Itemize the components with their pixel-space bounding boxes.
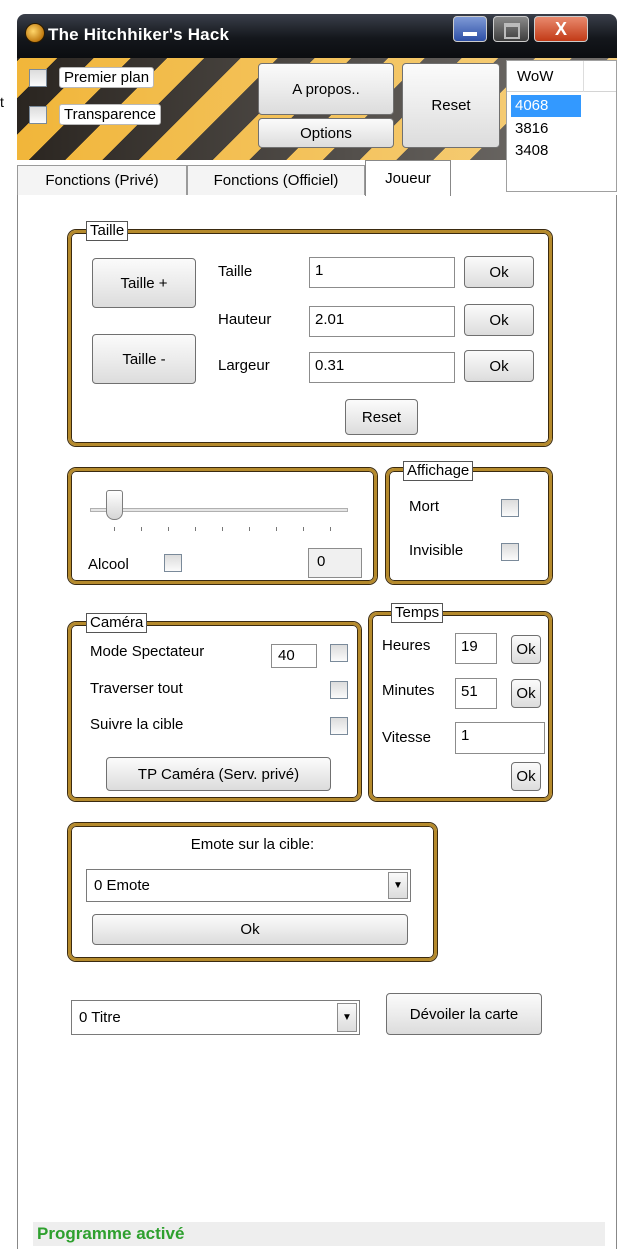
minutes-label: Minutes [382, 682, 435, 699]
status-text: Programme activé [33, 1222, 605, 1246]
largeur-input[interactable]: 0.31 [309, 352, 455, 383]
options-button[interactable]: Options [258, 118, 394, 148]
emote-ok-button[interactable]: Ok [92, 914, 408, 945]
slider-tick [249, 527, 250, 531]
vitesse-input[interactable]: 1 [455, 722, 545, 754]
chevron-down-icon[interactable]: ▼ [388, 872, 408, 899]
invisible-checkbox[interactable] [501, 543, 519, 561]
temps-legend: Temps [391, 603, 444, 623]
minutes-ok-button[interactable]: Ok [511, 679, 541, 708]
minutes-input[interactable]: 51 [455, 678, 497, 709]
wow-list-item[interactable]: 3816 [511, 119, 548, 139]
invisible-label: Invisible [409, 542, 464, 559]
taille-plus-button[interactable]: Taille + [92, 258, 196, 308]
premier-plan-checkbox[interactable] [29, 69, 47, 87]
wow-list-header-label: WoW [517, 68, 554, 85]
affichage-group [386, 468, 552, 584]
tab-fonctions-officiel[interactable]: Fonctions (Officiel) [187, 165, 365, 195]
titre-select[interactable]: 0 Titre ▼ [71, 1000, 360, 1035]
mode-spectateur-label: Mode Spectateur [90, 643, 205, 660]
mode-spectateur-input[interactable]: 40 [271, 644, 317, 668]
taille-reset-button[interactable]: Reset [345, 399, 418, 435]
taille-label: Taille [218, 263, 253, 280]
devoiler-carte-button[interactable]: Dévoiler la carte [386, 993, 542, 1035]
taille-legend: Taille [86, 221, 129, 241]
camera-legend: Caméra [86, 613, 148, 633]
largeur-ok-button[interactable]: Ok [464, 350, 534, 382]
wow-list-item[interactable]: 4068 [511, 95, 581, 117]
premier-plan-label: Premier plan [59, 67, 155, 88]
slider-tick [276, 527, 277, 531]
taille-minus-button[interactable]: Taille - [92, 334, 196, 384]
largeur-label: Largeur [218, 357, 270, 374]
a-propos-button[interactable]: A propos.. [258, 63, 394, 115]
tab-joueur[interactable]: Joueur [365, 160, 451, 196]
hauteur-label: Hauteur [218, 311, 272, 328]
slider-tick [330, 527, 331, 531]
tab-fonctions-prive[interactable]: Fonctions (Privé) [17, 165, 187, 195]
wow-list-header[interactable]: WoW [507, 61, 616, 92]
hauteur-ok-button[interactable]: Ok [464, 304, 534, 336]
heures-input[interactable]: 19 [455, 633, 497, 664]
transparence-label: Transparence [59, 104, 161, 125]
chevron-down-icon[interactable]: ▼ [337, 1003, 357, 1032]
slider-tick [168, 527, 169, 531]
alcool-slider-thumb[interactable] [106, 490, 123, 520]
hauteur-input[interactable]: 2.01 [309, 306, 455, 337]
column-divider [583, 61, 584, 92]
maximize-button[interactable] [493, 16, 529, 42]
header-reset-button[interactable]: Reset [402, 63, 500, 148]
transparence-checkbox[interactable] [29, 106, 47, 124]
window-title: The Hitchhiker's Hack [48, 25, 230, 44]
heures-ok-button[interactable]: Ok [511, 635, 541, 664]
suivre-cible-label: Suivre la cible [90, 716, 184, 733]
slider-tick [114, 527, 115, 531]
traverser-tout-label: Traverser tout [90, 680, 183, 697]
alcool-label: Alcool [88, 556, 129, 573]
app-icon [25, 23, 45, 43]
slider-tick [141, 527, 142, 531]
emote-select-value: 0 Emote [94, 877, 150, 894]
minimize-button[interactable] [453, 16, 487, 42]
mort-label: Mort [409, 498, 439, 515]
traverser-tout-checkbox[interactable] [330, 681, 348, 699]
taille-input[interactable]: 1 [309, 257, 455, 288]
heures-label: Heures [382, 637, 431, 654]
close-button[interactable]: X [534, 16, 588, 42]
slider-tick [195, 527, 196, 531]
wow-list-item[interactable]: 3408 [511, 141, 548, 161]
stray-text: t [0, 94, 4, 110]
taille-ok-button[interactable]: Ok [464, 256, 534, 288]
emote-select[interactable]: 0 Emote ▼ [86, 869, 411, 902]
alcool-value: 0 [308, 548, 362, 578]
slider-tick [222, 527, 223, 531]
vitesse-ok-button[interactable]: Ok [511, 762, 541, 791]
slider-tick [303, 527, 304, 531]
mode-spectateur-checkbox[interactable] [330, 644, 348, 662]
mort-checkbox[interactable] [501, 499, 519, 517]
affichage-legend: Affichage [403, 461, 474, 481]
emote-title: Emote sur la cible: [190, 836, 315, 853]
titre-select-value: 0 Titre [79, 1009, 121, 1026]
alcool-checkbox[interactable] [164, 554, 182, 572]
tp-camera-button[interactable]: TP Caméra (Serv. privé) [106, 757, 331, 791]
wow-process-list[interactable]: WoW 4068 3816 3408 [506, 60, 617, 192]
suivre-cible-checkbox[interactable] [330, 717, 348, 735]
vitesse-label: Vitesse [382, 729, 431, 746]
alcool-slider-track[interactable] [90, 508, 348, 512]
